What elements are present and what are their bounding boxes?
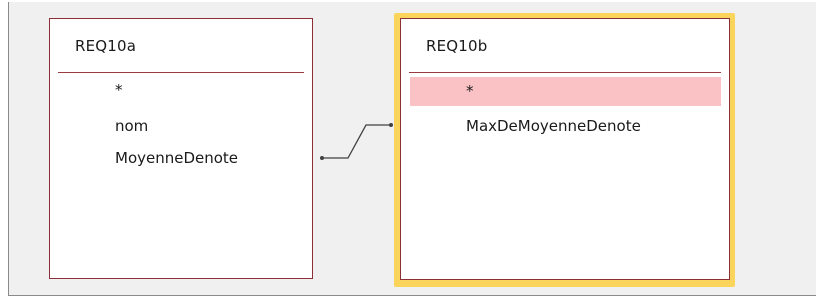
title-divider [409,72,721,73]
selected-row-highlight [410,77,721,106]
field-nom[interactable]: nom [115,111,148,141]
table-title[interactable]: REQ10a [75,37,136,55]
table-req10b[interactable]: REQ10b * MaxDeMoyenneDenote [400,18,730,280]
field-all[interactable]: * [466,76,474,106]
field-moyennedenote[interactable]: MoyenneDenote [115,143,238,173]
field-maxdemoyennedenote[interactable]: MaxDeMoyenneDenote [466,111,641,141]
table-req10a[interactable]: REQ10a * nom MoyenneDenote [49,18,313,279]
title-divider [58,72,304,73]
table-title[interactable]: REQ10b [426,37,488,55]
field-all[interactable]: * [115,75,123,105]
